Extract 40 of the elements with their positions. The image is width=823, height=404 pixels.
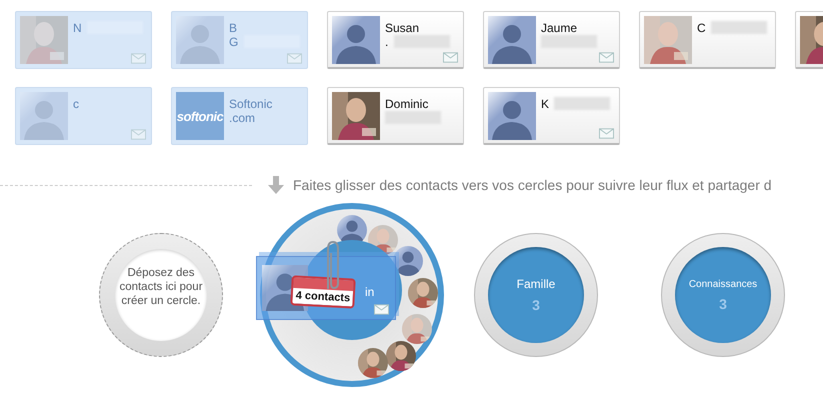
drop-circle[interactable]: Déposez des contacts ici pour créer un cercle. xyxy=(99,233,223,357)
avatar-icon xyxy=(488,16,536,64)
contact-name: Susan xyxy=(385,21,420,35)
avatar-icon xyxy=(176,16,224,64)
mail-icon[interactable] xyxy=(599,52,614,63)
contact-card[interactable]: K xyxy=(483,87,620,145)
contact-name: N xyxy=(73,21,82,35)
contact-card[interactable]: Susan . xyxy=(327,11,464,69)
contact-card[interactable]: Jaume xyxy=(483,11,620,69)
mail-icon[interactable] xyxy=(131,53,146,64)
circle-name: Famille xyxy=(516,277,556,291)
avatar-icon xyxy=(393,246,423,276)
circle-name: Connaissances xyxy=(688,278,758,290)
mail-icon[interactable] xyxy=(287,53,302,64)
avatar-icon xyxy=(20,92,68,140)
contact-name: K xyxy=(541,97,550,111)
down-arrow-icon xyxy=(268,176,284,194)
instruction-text: Faites glisser des contacts vers vos cercles pour suivre leur flux et partager d xyxy=(293,177,772,193)
contact-name: in xyxy=(365,285,374,299)
contact-name: B xyxy=(229,21,238,35)
circle-count: 3 xyxy=(532,297,540,313)
contact-name: Jaume xyxy=(541,21,578,35)
contact-name: C xyxy=(697,21,706,35)
circle-count: 3 xyxy=(719,296,727,312)
contact-name: Softonic xyxy=(229,97,272,111)
contact-card[interactable]: Dominic xyxy=(327,87,464,145)
avatar-icon xyxy=(488,92,536,140)
mail-icon[interactable] xyxy=(131,129,146,140)
contact-name: c xyxy=(73,97,79,111)
contact-name: Dominic xyxy=(385,97,428,111)
contact-card[interactable]: C xyxy=(639,11,776,69)
contact-detail: . xyxy=(385,35,388,49)
contact-detail: .com xyxy=(229,111,256,125)
contact-detail: G xyxy=(229,35,238,49)
mail-icon[interactable] xyxy=(599,128,614,139)
mail-icon[interactable] xyxy=(443,52,458,63)
drop-hint: Déposez des contacts ici pour créer un cercle. xyxy=(115,249,207,341)
mail-icon[interactable] xyxy=(374,304,389,315)
avatar-icon xyxy=(332,16,380,64)
logo: softonic xyxy=(176,92,224,140)
